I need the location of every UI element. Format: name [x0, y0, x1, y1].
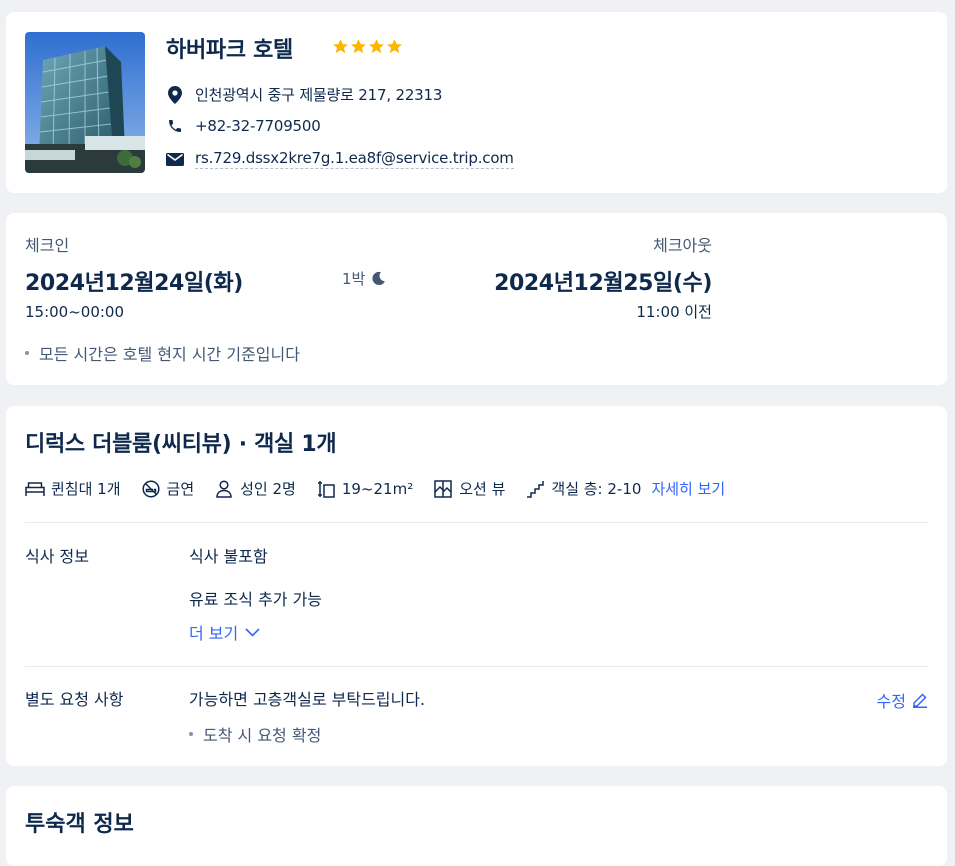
amenity-label: 객실 층: 2-10 [551, 480, 642, 498]
hotel-photo[interactable] [25, 32, 145, 173]
pencil-icon [912, 692, 928, 708]
hotel-email-row[interactable]: rs.729.dssx2kre7g.1.ea8f@service.trip.co… [166, 149, 514, 169]
hotel-email[interactable]: rs.729.dssx2kre7g.1.ea8f@service.trip.co… [195, 149, 514, 169]
bullet [189, 732, 193, 736]
guest-info-title: 투숙객 정보 [25, 812, 134, 837]
amenity-label: 19~21m² [341, 479, 414, 498]
amenity-size: 19~21m² [316, 479, 413, 499]
moon-icon [371, 271, 386, 286]
no-smoking-icon [141, 479, 161, 499]
amenity-label: 오션 뷰 [459, 480, 506, 498]
meal-value: 식사 불포함 [189, 547, 268, 566]
divider [25, 666, 928, 667]
window-icon [433, 479, 453, 499]
hotel-phone: +82-32-7709500 [195, 117, 321, 135]
checkout-label: 체크아웃 [653, 236, 712, 255]
phone-icon [166, 117, 184, 135]
amenity-floor: 객실 층: 2-10 [525, 478, 641, 499]
star-icon [351, 39, 366, 54]
meal-label: 식사 정보 [25, 547, 89, 566]
request-label: 별도 요청 사항 [25, 690, 124, 709]
star-icon [333, 39, 348, 54]
star-icon [387, 39, 402, 54]
room-title: 디럭스 더블룸(씨티뷰) · 객실 1개 [25, 432, 337, 457]
amenity-bed: 퀸침대 1개 [25, 478, 121, 499]
edit-label: 수정 [876, 692, 906, 711]
hotel-name[interactable]: 하버파크 호텔 [166, 32, 293, 64]
room-card: 디럭스 더블룸(씨티뷰) · 객실 1개 퀸침대 1개 금연 성인 2명 19~… [6, 406, 947, 766]
hotel-address: 인천광역시 중구 제물량로 217, 22313 [195, 86, 443, 104]
divider [25, 522, 928, 523]
checkout-date: 2024년12월25일(수) [494, 271, 712, 296]
stairs-icon [525, 479, 545, 499]
nights-label: 1박 [342, 270, 366, 288]
nights-count: 1박 [342, 268, 386, 289]
checkin-label: 체크인 [25, 236, 70, 255]
guest-info-card: 투숙객 정보 [6, 786, 947, 866]
request-note: 도착 시 요청 확정 [189, 722, 321, 746]
room-size-icon [316, 479, 336, 499]
checkout-time: 11:00 이전 [636, 303, 712, 321]
location-pin-icon [166, 85, 184, 104]
checkin-date: 2024년12월24일(화) [25, 271, 243, 296]
amenity-label: 금연 [166, 480, 195, 498]
more-label: 더 보기 [189, 624, 239, 643]
checkin-time: 15:00~00:00 [25, 303, 125, 321]
room-amenities: 퀸침대 1개 금연 성인 2명 19~21m² 오션 뷰 객실 층: 2-10 … [25, 478, 725, 499]
amenity-occupancy: 성인 2명 [214, 478, 296, 499]
bullet [25, 351, 29, 355]
stay-dates-card: 체크인 2024년12월24일(화) 15:00~00:00 1박 체크아웃 2… [6, 213, 947, 385]
person-icon [214, 479, 234, 499]
edit-request-button[interactable]: 수정 [877, 688, 928, 712]
amenity-no-smoking: 금연 [141, 478, 195, 499]
hotel-star-rating [332, 38, 403, 55]
amenity-label: 성인 2명 [240, 480, 296, 498]
timezone-note: 모든 시간은 호텔 현지 시간 기준입니다 [25, 341, 300, 365]
hotel-address-row[interactable]: 인천광역시 중구 제물량로 217, 22313 [166, 84, 442, 105]
timezone-note-text: 모든 시간은 호텔 현지 시간 기준입니다 [39, 345, 300, 364]
mail-icon [166, 150, 184, 168]
hotel-card: 하버파크 호텔 인천광역시 중구 제물량로 217, 22313 +82-32-… [6, 12, 947, 193]
details-link[interactable]: 자세히 보기 [651, 478, 725, 499]
chevron-down-icon [245, 627, 260, 637]
request-note-text: 도착 시 요청 확정 [203, 726, 322, 745]
meal-extra: 유료 조식 추가 가능 [189, 590, 323, 609]
bed-icon [25, 479, 45, 499]
star-icon [369, 39, 384, 54]
more-button[interactable]: 더 보기 [189, 620, 260, 644]
amenity-view: 오션 뷰 [433, 478, 505, 499]
amenity-label: 퀸침대 1개 [51, 480, 121, 498]
hotel-phone-row[interactable]: +82-32-7709500 [166, 117, 321, 135]
request-value: 가능하면 고층객실로 부탁드립니다. [189, 690, 426, 709]
